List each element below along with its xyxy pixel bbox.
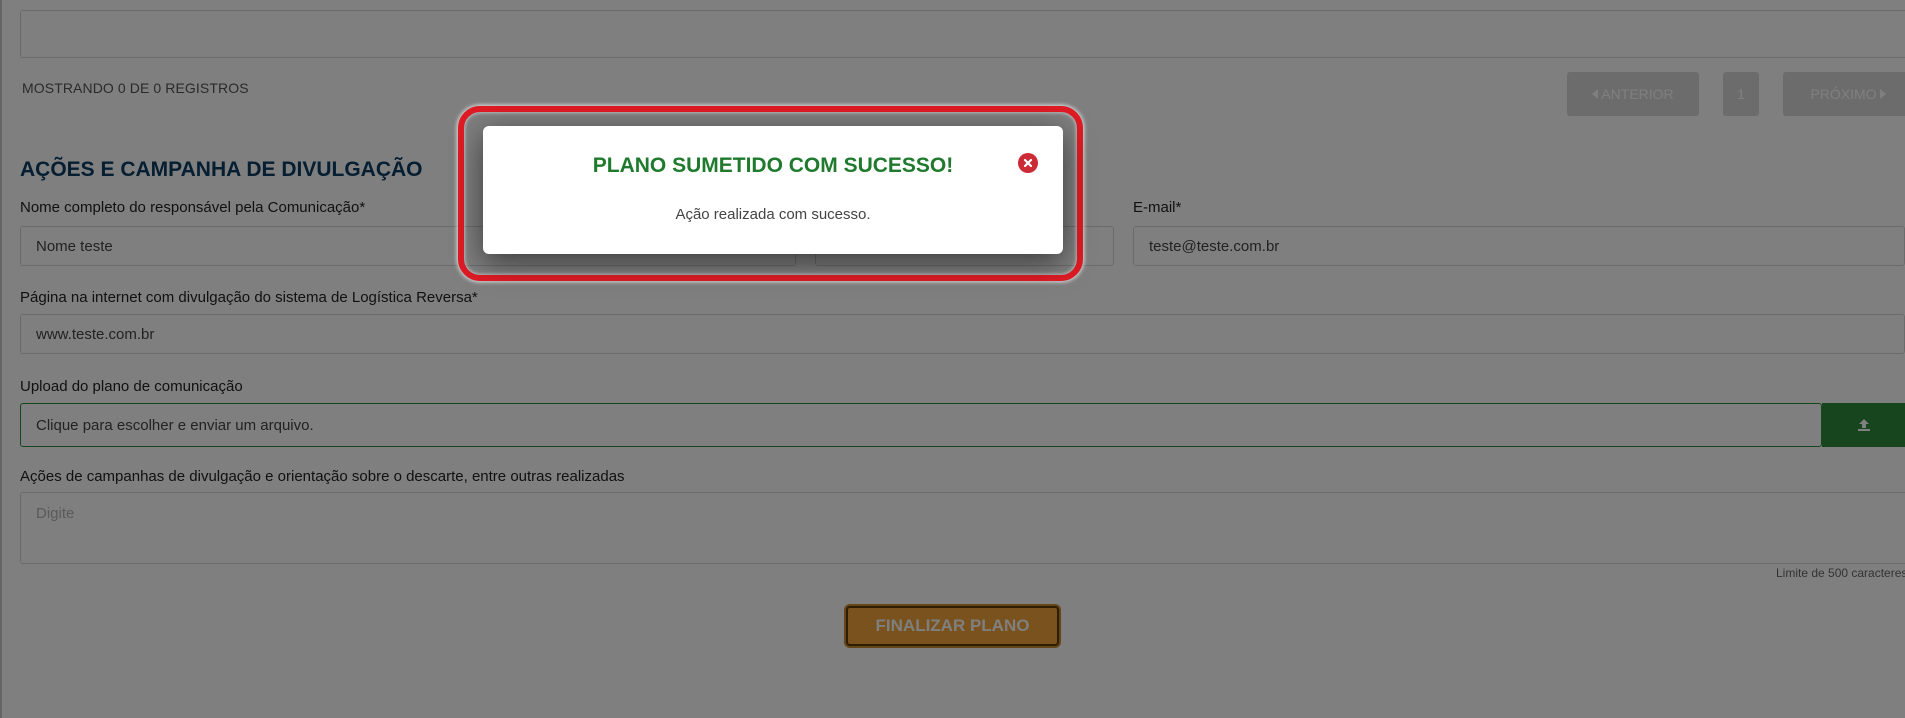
close-x-icon [1023, 158, 1033, 168]
success-modal: PLANO SUMETIDO COM SUCESSO! Ação realiza… [483, 126, 1063, 254]
modal-message: Ação realizada com sucesso. [675, 206, 871, 223]
close-icon[interactable] [1018, 153, 1038, 173]
modal-title: PLANO SUMETIDO COM SUCESSO! [592, 154, 954, 177]
